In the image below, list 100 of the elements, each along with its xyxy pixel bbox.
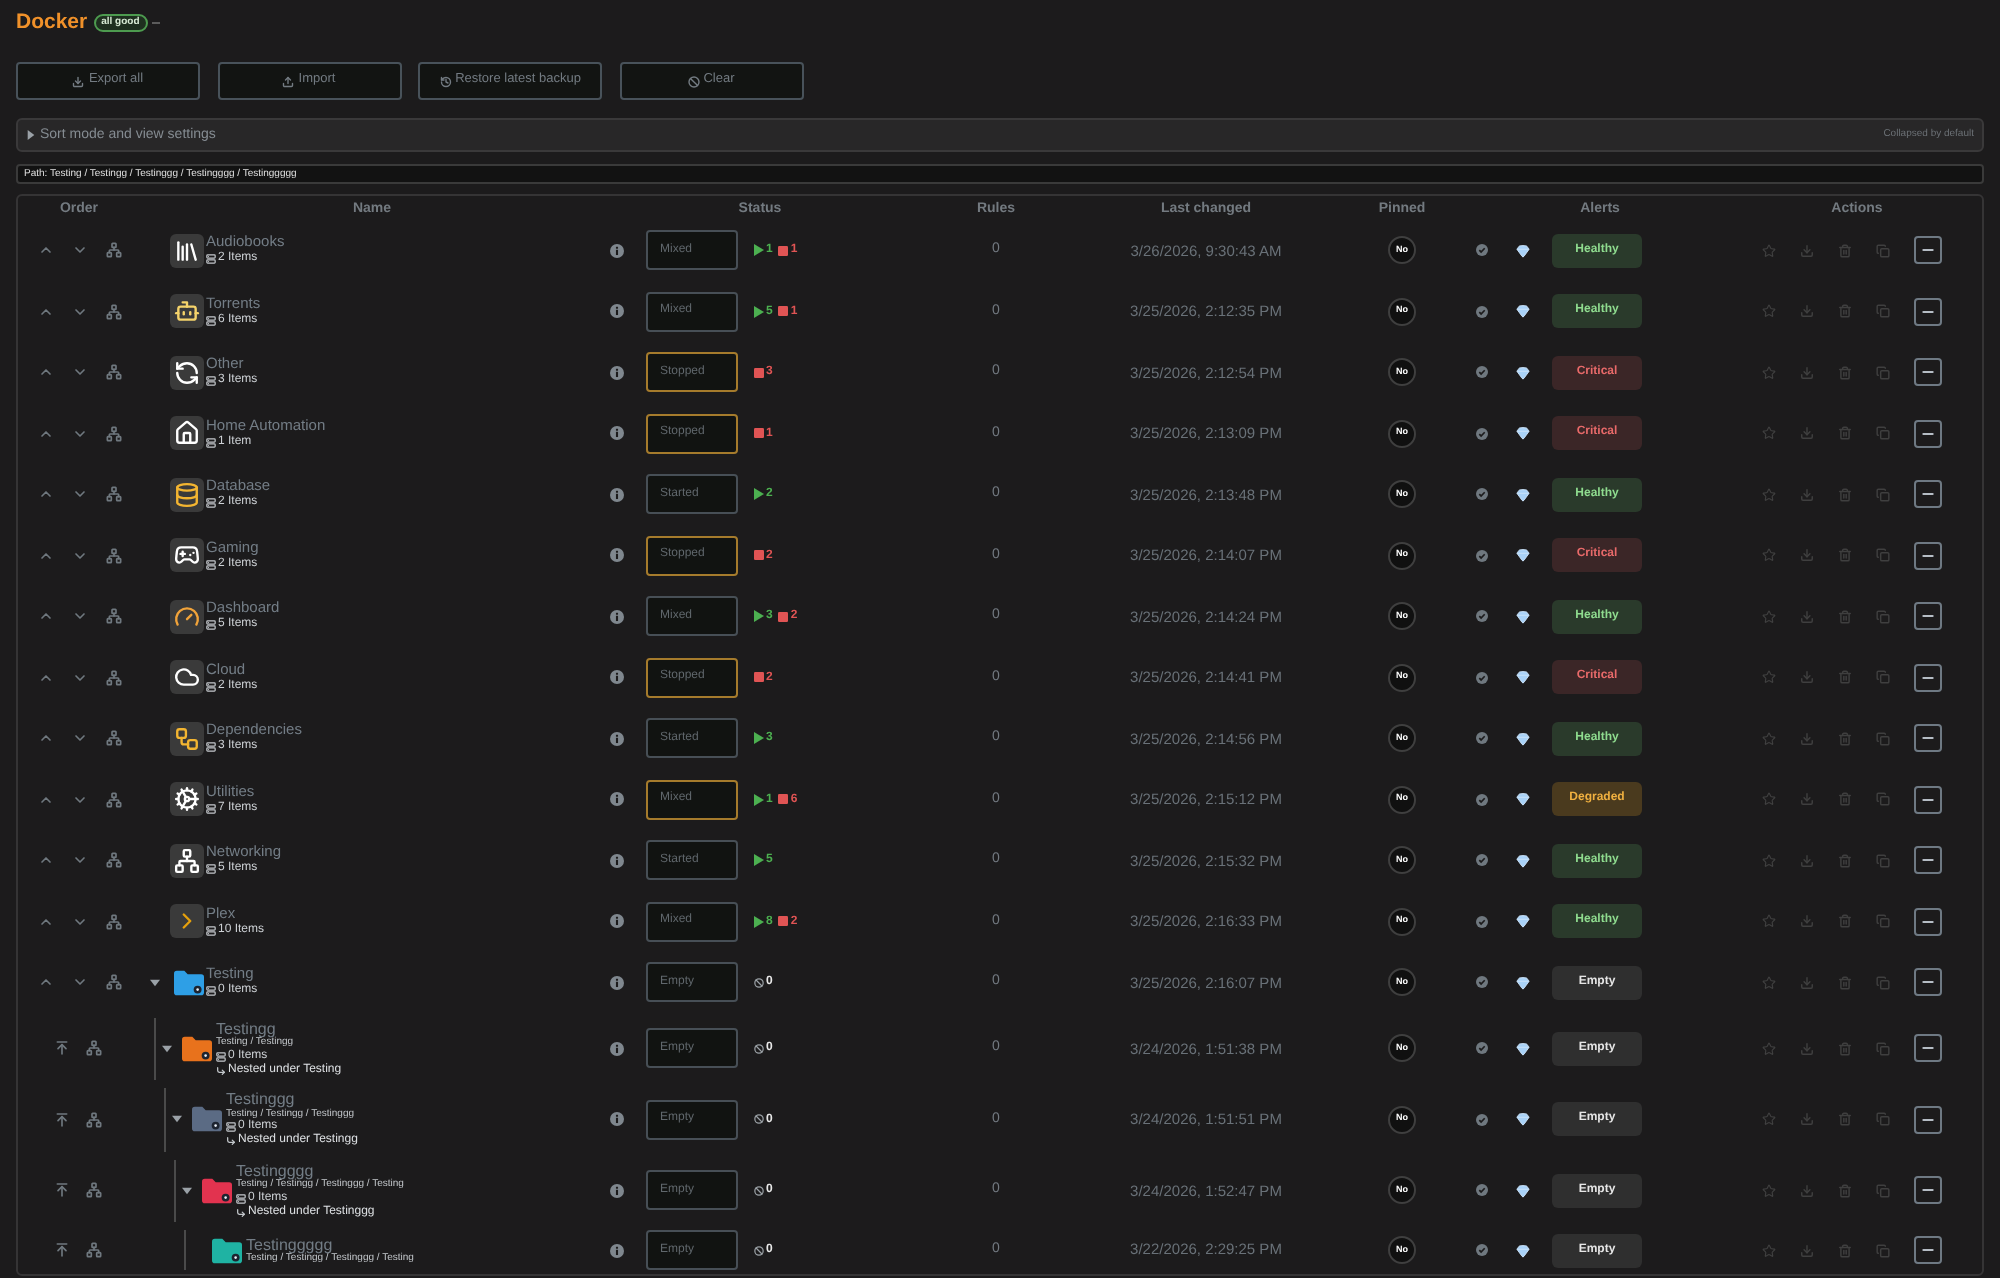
chevron-down-icon[interactable] [72,547,88,564]
info-icon[interactable] [610,1243,624,1257]
gem-icon[interactable] [1516,792,1530,807]
check-circle-icon[interactable] [1476,671,1488,684]
gem-icon[interactable] [1516,487,1530,502]
chevron-down-icon[interactable] [72,242,88,259]
info-icon[interactable] [610,243,624,258]
info-icon[interactable] [610,914,624,929]
gem-icon[interactable] [1516,670,1530,685]
arrow-up-to-line-icon[interactable] [54,1040,70,1057]
gem-icon[interactable] [1516,975,1530,990]
chevron-up-icon[interactable] [38,242,54,259]
gem-icon[interactable] [1516,1112,1530,1127]
info-icon[interactable] [610,1183,624,1198]
minus-button[interactable] [1914,297,1942,326]
star-icon[interactable] [1762,731,1776,746]
star-icon[interactable] [1762,365,1776,380]
info-icon[interactable] [610,731,624,746]
check-circle-icon[interactable] [1476,976,1488,989]
star-icon[interactable] [1762,1041,1776,1056]
chevron-up-icon[interactable] [38,913,54,930]
hierarchy-icon[interactable] [106,974,122,991]
minus-button[interactable] [1914,1034,1942,1063]
hierarchy-icon[interactable] [106,852,122,869]
hierarchy-icon[interactable] [106,791,122,808]
gem-icon[interactable] [1516,548,1530,563]
chevron-up-icon[interactable] [38,303,54,320]
caret-down-icon[interactable] [150,977,160,988]
chevron-up-icon[interactable] [38,730,54,747]
hierarchy-icon[interactable] [106,913,122,930]
info-icon[interactable] [610,304,624,319]
gem-icon[interactable] [1516,1243,1530,1257]
check-circle-icon[interactable] [1476,915,1488,928]
gem-icon[interactable] [1516,243,1530,258]
caret-right-icon[interactable] [26,130,36,140]
arrow-up-to-line-icon[interactable] [54,1242,70,1258]
caret-down-icon[interactable] [182,1185,192,1196]
star-icon[interactable] [1762,243,1776,258]
gem-icon[interactable] [1516,731,1530,746]
check-circle-icon[interactable] [1476,427,1488,440]
caret-down-icon[interactable] [172,1114,182,1125]
check-circle-icon[interactable] [1476,610,1488,623]
check-circle-icon[interactable] [1476,244,1488,257]
check-circle-icon[interactable] [1476,1244,1488,1256]
chevron-up-icon[interactable] [38,608,54,625]
hierarchy-icon[interactable] [106,547,122,564]
star-icon[interactable] [1762,548,1776,563]
star-icon[interactable] [1762,487,1776,502]
minus-button[interactable] [1914,1236,1942,1264]
chevron-down-icon[interactable] [72,608,88,625]
check-circle-icon[interactable] [1476,305,1488,318]
star-icon[interactable] [1762,914,1776,929]
minus-button[interactable] [1914,1105,1942,1134]
check-circle-icon[interactable] [1476,854,1488,867]
hierarchy-icon[interactable] [86,1111,102,1128]
minus-button[interactable] [1914,480,1942,509]
info-icon[interactable] [610,548,624,563]
check-circle-icon[interactable] [1476,488,1488,501]
check-circle-icon[interactable] [1476,732,1488,745]
chevron-up-icon[interactable] [38,486,54,503]
chevron-up-icon[interactable] [38,791,54,808]
chevron-down-icon[interactable] [72,364,88,381]
gem-icon[interactable] [1516,1041,1530,1056]
minus-button[interactable] [1914,846,1942,875]
chevron-up-icon[interactable] [38,364,54,381]
info-icon[interactable] [610,792,624,807]
star-icon[interactable] [1762,975,1776,990]
gem-icon[interactable] [1516,1183,1530,1198]
gem-icon[interactable] [1516,914,1530,929]
info-icon[interactable] [610,1112,624,1127]
star-icon[interactable] [1762,1243,1776,1257]
chevron-down-icon[interactable] [72,974,88,991]
chevron-down-icon[interactable] [72,425,88,442]
gem-icon[interactable] [1516,853,1530,868]
check-circle-icon[interactable] [1476,366,1488,379]
hierarchy-icon[interactable] [86,1182,102,1199]
hierarchy-icon[interactable] [106,608,122,625]
check-circle-icon[interactable] [1476,1042,1488,1055]
info-icon[interactable] [610,1041,624,1056]
star-icon[interactable] [1762,426,1776,441]
chevron-down-icon[interactable] [72,669,88,686]
hierarchy-icon[interactable] [86,1242,102,1258]
minus-button[interactable] [1914,419,1942,448]
gem-icon[interactable] [1516,426,1530,441]
star-icon[interactable] [1762,304,1776,319]
minus-button[interactable] [1914,541,1942,570]
minus-button[interactable] [1914,785,1942,814]
chevron-down-icon[interactable] [72,730,88,747]
star-icon[interactable] [1762,1183,1776,1198]
caret-down-icon[interactable] [162,1043,172,1054]
info-icon[interactable] [610,853,624,868]
chevron-down-icon[interactable] [72,791,88,808]
hierarchy-icon[interactable] [106,669,122,686]
gem-icon[interactable] [1516,609,1530,624]
info-icon[interactable] [610,609,624,624]
minus-button[interactable] [1914,358,1942,387]
check-circle-icon[interactable] [1476,1184,1488,1197]
arrow-up-to-line-icon[interactable] [54,1182,70,1199]
minus-button[interactable] [1914,907,1942,936]
info-icon[interactable] [610,426,624,441]
